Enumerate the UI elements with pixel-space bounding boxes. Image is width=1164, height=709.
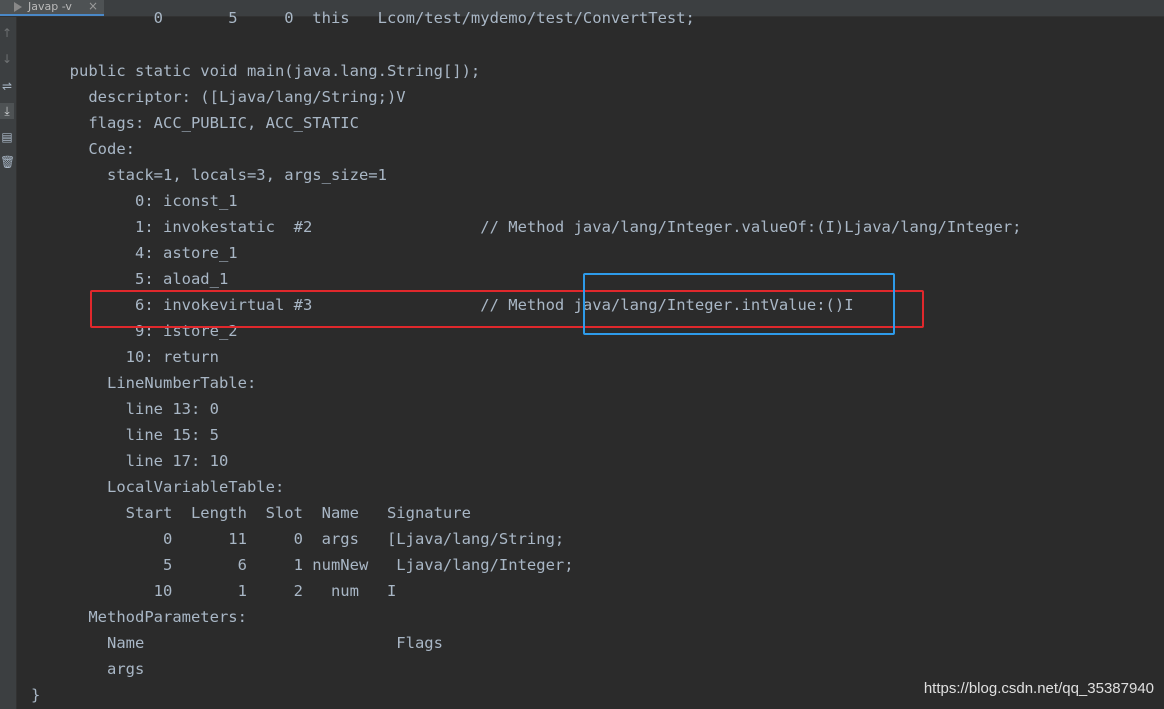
output-line: flags: ACC_PUBLIC, ACC_STATIC <box>51 114 359 132</box>
output-line: descriptor: ([Ljava/lang/String;)V <box>51 88 406 106</box>
output-line: line 17: 10 <box>51 452 229 470</box>
watermark: https://blog.csdn.net/qq_35387940 <box>923 680 1154 697</box>
trash-icon[interactable]: 🗑 <box>0 154 15 170</box>
output-line: 0 11 0 args [Ljava/lang/String; <box>51 530 565 548</box>
output-line: stack=1, locals=3, args_size=1 <box>51 166 387 184</box>
output-line: LocalVariableTable: <box>51 478 285 496</box>
output-line: line 13: 0 <box>51 400 219 418</box>
output-line: 10: return <box>51 348 219 366</box>
console-output[interactable]: 0 5 0 this Lcom/test/mydemo/test/Convert… <box>17 0 1164 709</box>
output-line: Start Length Slot Name Signature <box>51 504 471 522</box>
output-line: 0: iconst_1 <box>51 192 238 210</box>
output-line: line 15: 5 <box>51 426 219 444</box>
console-toolbar: ↑ ↓ ⇌ ⤓ ▤ 🗑 <box>0 17 17 709</box>
scroll-to-end-icon[interactable]: ⤓ <box>0 103 14 119</box>
output-line: 4: astore_1 <box>51 244 238 262</box>
print-icon[interactable]: ▤ <box>0 129 14 145</box>
output-line: MethodParameters: <box>51 608 247 626</box>
javap-console-window: Javap -v × ↑ ↓ ⇌ ⤓ ▤ 🗑 0 5 0 this Lcom/t… <box>0 0 1164 709</box>
output-line: LineNumberTable: <box>51 374 257 392</box>
output-line: 10 1 2 num I <box>51 582 397 600</box>
output-line: 1: invokestatic #2 // Method java/lang/I… <box>51 218 1022 236</box>
scroll-down-icon[interactable]: ↓ <box>0 51 14 67</box>
soft-wrap-icon[interactable]: ⇌ <box>0 78 14 94</box>
output-line: Name Flags <box>51 634 443 652</box>
output-line: public static void main(java.lang.String… <box>51 62 481 80</box>
output-line: 5: aload_1 <box>51 270 229 288</box>
blue-highlight-box <box>583 273 895 335</box>
output-line: 0 5 0 this Lcom/test/mydemo/test/Convert… <box>51 9 695 27</box>
scroll-up-icon[interactable]: ↑ <box>0 25 14 41</box>
output-line: Code: <box>51 140 135 158</box>
output-line: args <box>51 660 145 678</box>
output-line: 5 6 1 numNew Ljava/lang/Integer; <box>51 556 574 574</box>
output-line: } <box>31 686 41 704</box>
